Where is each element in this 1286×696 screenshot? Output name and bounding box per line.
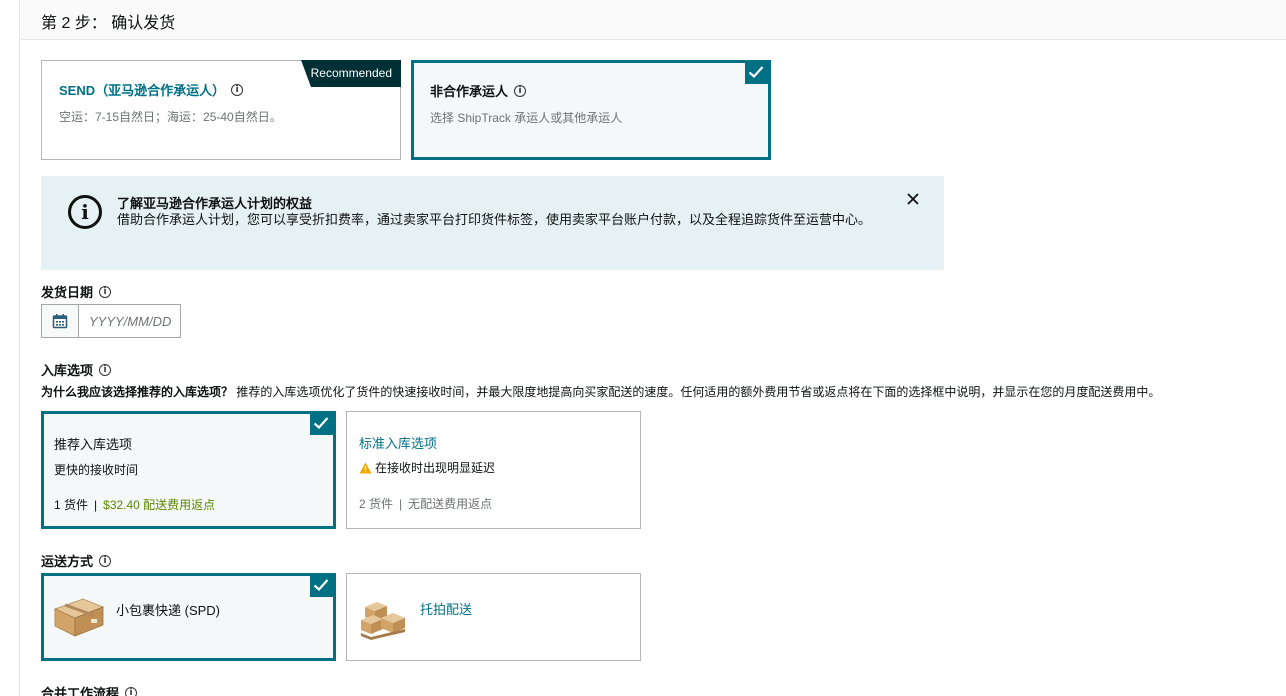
shipping-option-pallet[interactable]: 托拍配送 [346, 573, 641, 661]
ship-date-input[interactable] [79, 305, 179, 337]
carrier-subtitle-non-partnered: 选择 ShipTrack 承运人或其他承运人 [430, 111, 623, 125]
workflow-label: 合并工作流程 i [41, 683, 138, 696]
info-icon[interactable]: i [99, 285, 112, 298]
shipping-method-label-text: 运送方式 [41, 554, 94, 569]
ship-date-picker [41, 304, 181, 338]
shipment-count: 2 货件 [359, 497, 394, 511]
step-header: 第 2 步： 确认发货 [21, 0, 1286, 40]
inbound-why-text: 推荐的入库选项优化了货件的快速接收时间，并最大限度地提高向买家配送的速度。任何适… [236, 385, 1161, 399]
option-summary: 1 货件 | $32.40 配送费用返点 [54, 496, 215, 513]
option-title: 推荐入库选项 [54, 437, 133, 452]
fee-rebate: $32.40 配送费用返点 [103, 498, 216, 512]
shipping-option-label: 托拍配送 [420, 602, 473, 617]
warning-icon [359, 462, 372, 473]
selected-check-icon [310, 575, 334, 597]
inbound-explanation: 为什么我应该选择推荐的入库选项？ 推荐的入库选项优化了货件的快速接收时间，并最大… [41, 383, 1160, 400]
banner-body: 借助合作承运人计划，您可以享受折扣费率，通过卖家平台打印货件标签，使用卖家平台账… [117, 212, 872, 227]
carrier-title-send: SEND（亚马逊合作承运人） i [59, 80, 244, 99]
option-summary: 2 货件 | 无配送费用返点 [359, 495, 492, 512]
shipment-count: 1 货件 [54, 498, 89, 512]
info-icon[interactable]: i [231, 83, 244, 96]
info-icon[interactable]: i [99, 363, 112, 376]
option-description-text: 在接收时出现明显延迟 [375, 461, 496, 475]
ship-date-label-text: 发货日期 [41, 285, 94, 300]
recommended-badge: Recommended [301, 60, 401, 87]
fee-rebate: 无配送费用返点 [408, 497, 493, 511]
box-icon [53, 598, 105, 637]
carrier-title-non-partnered-text: 非合作承运人 [430, 84, 509, 99]
separator: | [94, 498, 98, 512]
info-icon[interactable]: i [125, 686, 138, 696]
shipping-option-spd[interactable]: 小包裹快递 (SPD) [41, 573, 336, 661]
info-icon[interactable]: i [514, 84, 527, 97]
shipping-option-label: 小包裹快递 (SPD) [116, 603, 221, 618]
left-gutter [0, 0, 20, 696]
inbound-option-standard[interactable]: 标准入库选项 在接收时出现明显延迟 2 货件 | 无配送费用返点 [346, 411, 641, 529]
carrier-card-non-partnered[interactable]: 非合作承运人 i 选择 ShipTrack 承运人或其他承运人 [411, 60, 771, 160]
workflow-label-text: 合并工作流程 [41, 686, 120, 696]
info-circle-icon: i [68, 195, 102, 229]
close-icon[interactable] [906, 190, 920, 211]
carrier-card-send[interactable]: SEND（亚马逊合作承运人） i 空运：7-15自然日；海运：25-40自然日。… [41, 60, 401, 160]
pallet-icon [361, 602, 405, 640]
info-icon[interactable]: i [99, 554, 112, 567]
banner-title: 了解亚马逊合作承运人计划的权益 [117, 196, 313, 211]
shipping-method-label: 运送方式 i [41, 551, 112, 570]
option-title: 标准入库选项 [359, 436, 438, 451]
inbound-label: 入库选项 i [41, 360, 112, 379]
calendar-icon[interactable] [42, 305, 79, 337]
carrier-title-non-partnered: 非合作承运人 i [430, 81, 527, 100]
inbound-option-recommended[interactable]: 推荐入库选项 更快的接收时间 1 货件 | $32.40 配送费用返点 [41, 411, 336, 529]
option-description: 更快的接收时间 [54, 463, 139, 477]
inbound-why-question: 为什么我应该选择推荐的入库选项？ [41, 385, 234, 399]
info-banner: i 了解亚马逊合作承运人计划的权益 借助合作承运人计划，您可以享受折扣费率，通过… [41, 176, 944, 270]
selected-check-icon [310, 413, 334, 435]
carrier-subtitle-send: 空运：7-15自然日；海运：25-40自然日。 [59, 110, 282, 124]
option-description: 在接收时出现明显延迟 [359, 459, 495, 476]
selected-check-icon [745, 62, 769, 84]
inbound-label-text: 入库选项 [41, 363, 94, 378]
ship-date-label: 发货日期 i [41, 282, 112, 301]
separator: | [399, 497, 403, 511]
step-title: 第 2 步： 确认发货 [41, 15, 176, 32]
carrier-title-send-text: SEND（亚马逊合作承运人） [59, 83, 226, 98]
